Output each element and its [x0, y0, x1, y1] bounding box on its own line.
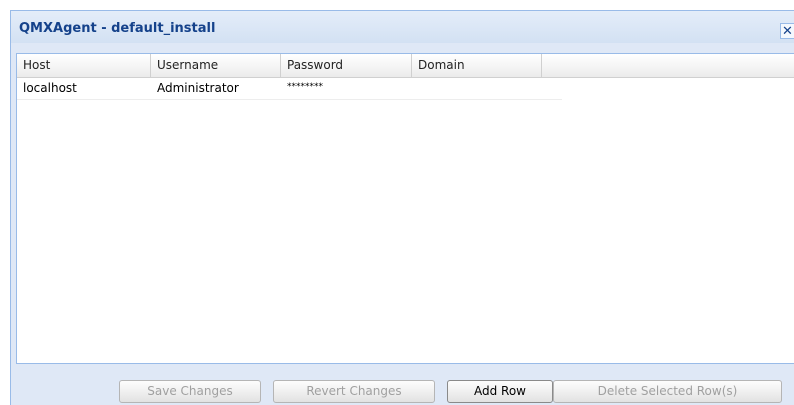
window-title: QMXAgent - default_install — [19, 21, 216, 36]
column-header-password[interactable]: Password — [281, 54, 412, 77]
agent-window: QMXAgent - default_install ✕ Host Userna… — [10, 10, 794, 405]
column-header-domain[interactable]: Domain — [412, 54, 542, 77]
credentials-grid: Host Username Password Domain localhost … — [16, 53, 794, 364]
cell-domain[interactable] — [412, 78, 542, 99]
column-header-host[interactable]: Host — [17, 54, 151, 77]
cell-username[interactable]: Administrator — [151, 78, 281, 99]
delete-selected-rows-button[interactable]: Delete Selected Row(s) — [553, 380, 782, 403]
column-header-filler — [542, 54, 794, 77]
add-row-button[interactable]: Add Row — [447, 380, 553, 403]
grid-header: Host Username Password Domain — [17, 54, 794, 78]
button-bar: Save Changes Revert Changes Add Row Dele… — [11, 364, 794, 405]
table-row[interactable]: localhost Administrator ******** — [17, 78, 562, 100]
column-header-username[interactable]: Username — [151, 54, 281, 77]
revert-changes-button[interactable]: Revert Changes — [273, 380, 435, 403]
cell-password[interactable]: ******** — [281, 78, 412, 99]
cell-host[interactable]: localhost — [17, 78, 151, 99]
save-changes-button[interactable]: Save Changes — [119, 380, 261, 403]
window-titlebar: QMXAgent - default_install ✕ — [11, 11, 794, 43]
close-icon[interactable]: ✕ — [780, 23, 794, 39]
